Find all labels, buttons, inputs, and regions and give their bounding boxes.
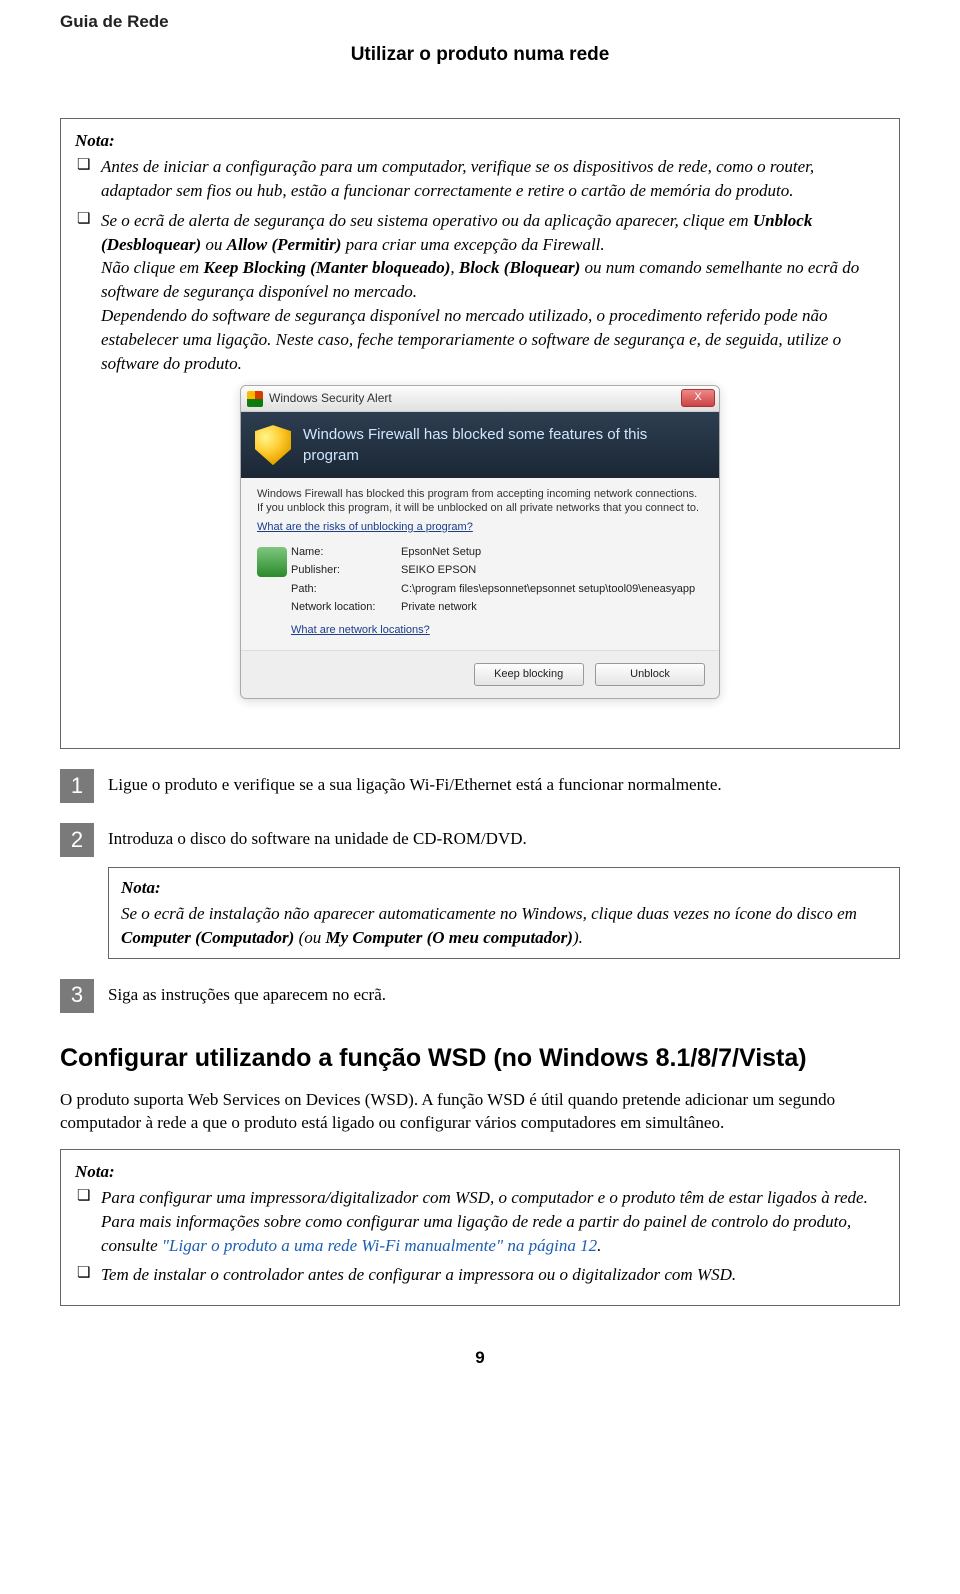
note-item: Se o ecrã de alerta de segurança do seu … (75, 209, 885, 376)
field-value: EpsonNet Setup (401, 545, 703, 560)
field-label: Publisher: (291, 563, 401, 578)
keep-blocking-button[interactable]: Keep blocking (474, 663, 584, 686)
note-title: Nota: (75, 129, 885, 153)
step-number: 1 (60, 769, 94, 803)
chapter-title: Utilizar o produto numa rede (60, 42, 900, 69)
field-value: C:\program files\epsonnet\epsonnet setup… (401, 582, 703, 597)
section-heading: Configurar utilizando a função WSD (no W… (60, 1041, 900, 1076)
unblock-button[interactable]: Unblock (595, 663, 705, 686)
field-label: Network location: (291, 600, 401, 615)
step-number: 2 (60, 823, 94, 857)
running-head: Guia de Rede (60, 10, 900, 34)
step-number: 3 (60, 979, 94, 1013)
dialog-banner: Windows Firewall has blocked some featur… (241, 412, 719, 478)
field-label: Path: (291, 582, 401, 597)
page-number: 9 (60, 1346, 900, 1370)
field-value: Private network (401, 600, 703, 615)
page: Guia de Rede Utilizar o produto numa red… (0, 0, 960, 1410)
step-2-note: Nota: Se o ecrã de instalação não aparec… (108, 867, 900, 958)
dialog-intro: Windows Firewall has blocked this progra… (257, 488, 703, 516)
step-text: Siga as instruções que aparecem no ecrã. (108, 979, 386, 1007)
section-paragraph: O produto suporta Web Services on Device… (60, 1088, 900, 1136)
risk-link[interactable]: What are the risks of unblocking a progr… (257, 520, 473, 535)
note-title: Nota: (75, 1160, 885, 1184)
note-item: Para configurar uma impressora/digitaliz… (75, 1186, 885, 1257)
step-row-1: 1 Ligue o produto e verifique se a sua l… (60, 769, 900, 803)
network-locations-link[interactable]: What are network locations? (291, 624, 430, 636)
dialog-titlebar: Windows Security Alert X (241, 386, 719, 412)
note-item: Tem de instalar o controlador antes de c… (75, 1263, 885, 1287)
step-text: Introduza o disco do software na unidade… (108, 823, 527, 851)
note-box-1: Nota: Antes de iniciar a configuração pa… (60, 118, 900, 749)
field-label: Name: (291, 545, 401, 560)
dialog-container: Windows Security Alert X Windows Firewal… (75, 385, 885, 706)
note-body: Se o ecrã de instalação não aparecer aut… (121, 902, 887, 950)
dialog-banner-text: Windows Firewall has blocked some featur… (303, 424, 705, 466)
note-list: Antes de iniciar a configuração para um … (75, 155, 885, 375)
shield-icon (255, 425, 291, 465)
note-title: Nota: (121, 876, 887, 900)
dialog-button-row: Keep blocking Unblock (241, 650, 719, 698)
network-locations-row: What are network locations? (291, 623, 703, 638)
note-list: Para configurar uma impressora/digitaliz… (75, 1186, 885, 1287)
app-icon (257, 547, 287, 577)
step-row-3: 3 Siga as instruções que aparecem no ecr… (60, 979, 900, 1013)
note-item: Antes de iniciar a configuração para um … (75, 155, 885, 203)
dialog-fields: Name: EpsonNet Setup Publisher: SEIKO EP… (257, 545, 703, 638)
dialog-body: Windows Firewall has blocked this progra… (241, 478, 719, 638)
field-value: SEIKO EPSON (401, 563, 703, 578)
note-box-2: Nota: Para configurar uma impressora/dig… (60, 1149, 900, 1306)
windows-security-dialog: Windows Security Alert X Windows Firewal… (240, 385, 720, 699)
step-text: Ligue o produto e verifique se a sua lig… (108, 769, 722, 797)
step-row-2: 2 Introduza o disco do software na unida… (60, 823, 900, 857)
shield-icon (247, 391, 263, 407)
close-button[interactable]: X (681, 389, 715, 407)
dialog-title: Windows Security Alert (269, 390, 392, 407)
